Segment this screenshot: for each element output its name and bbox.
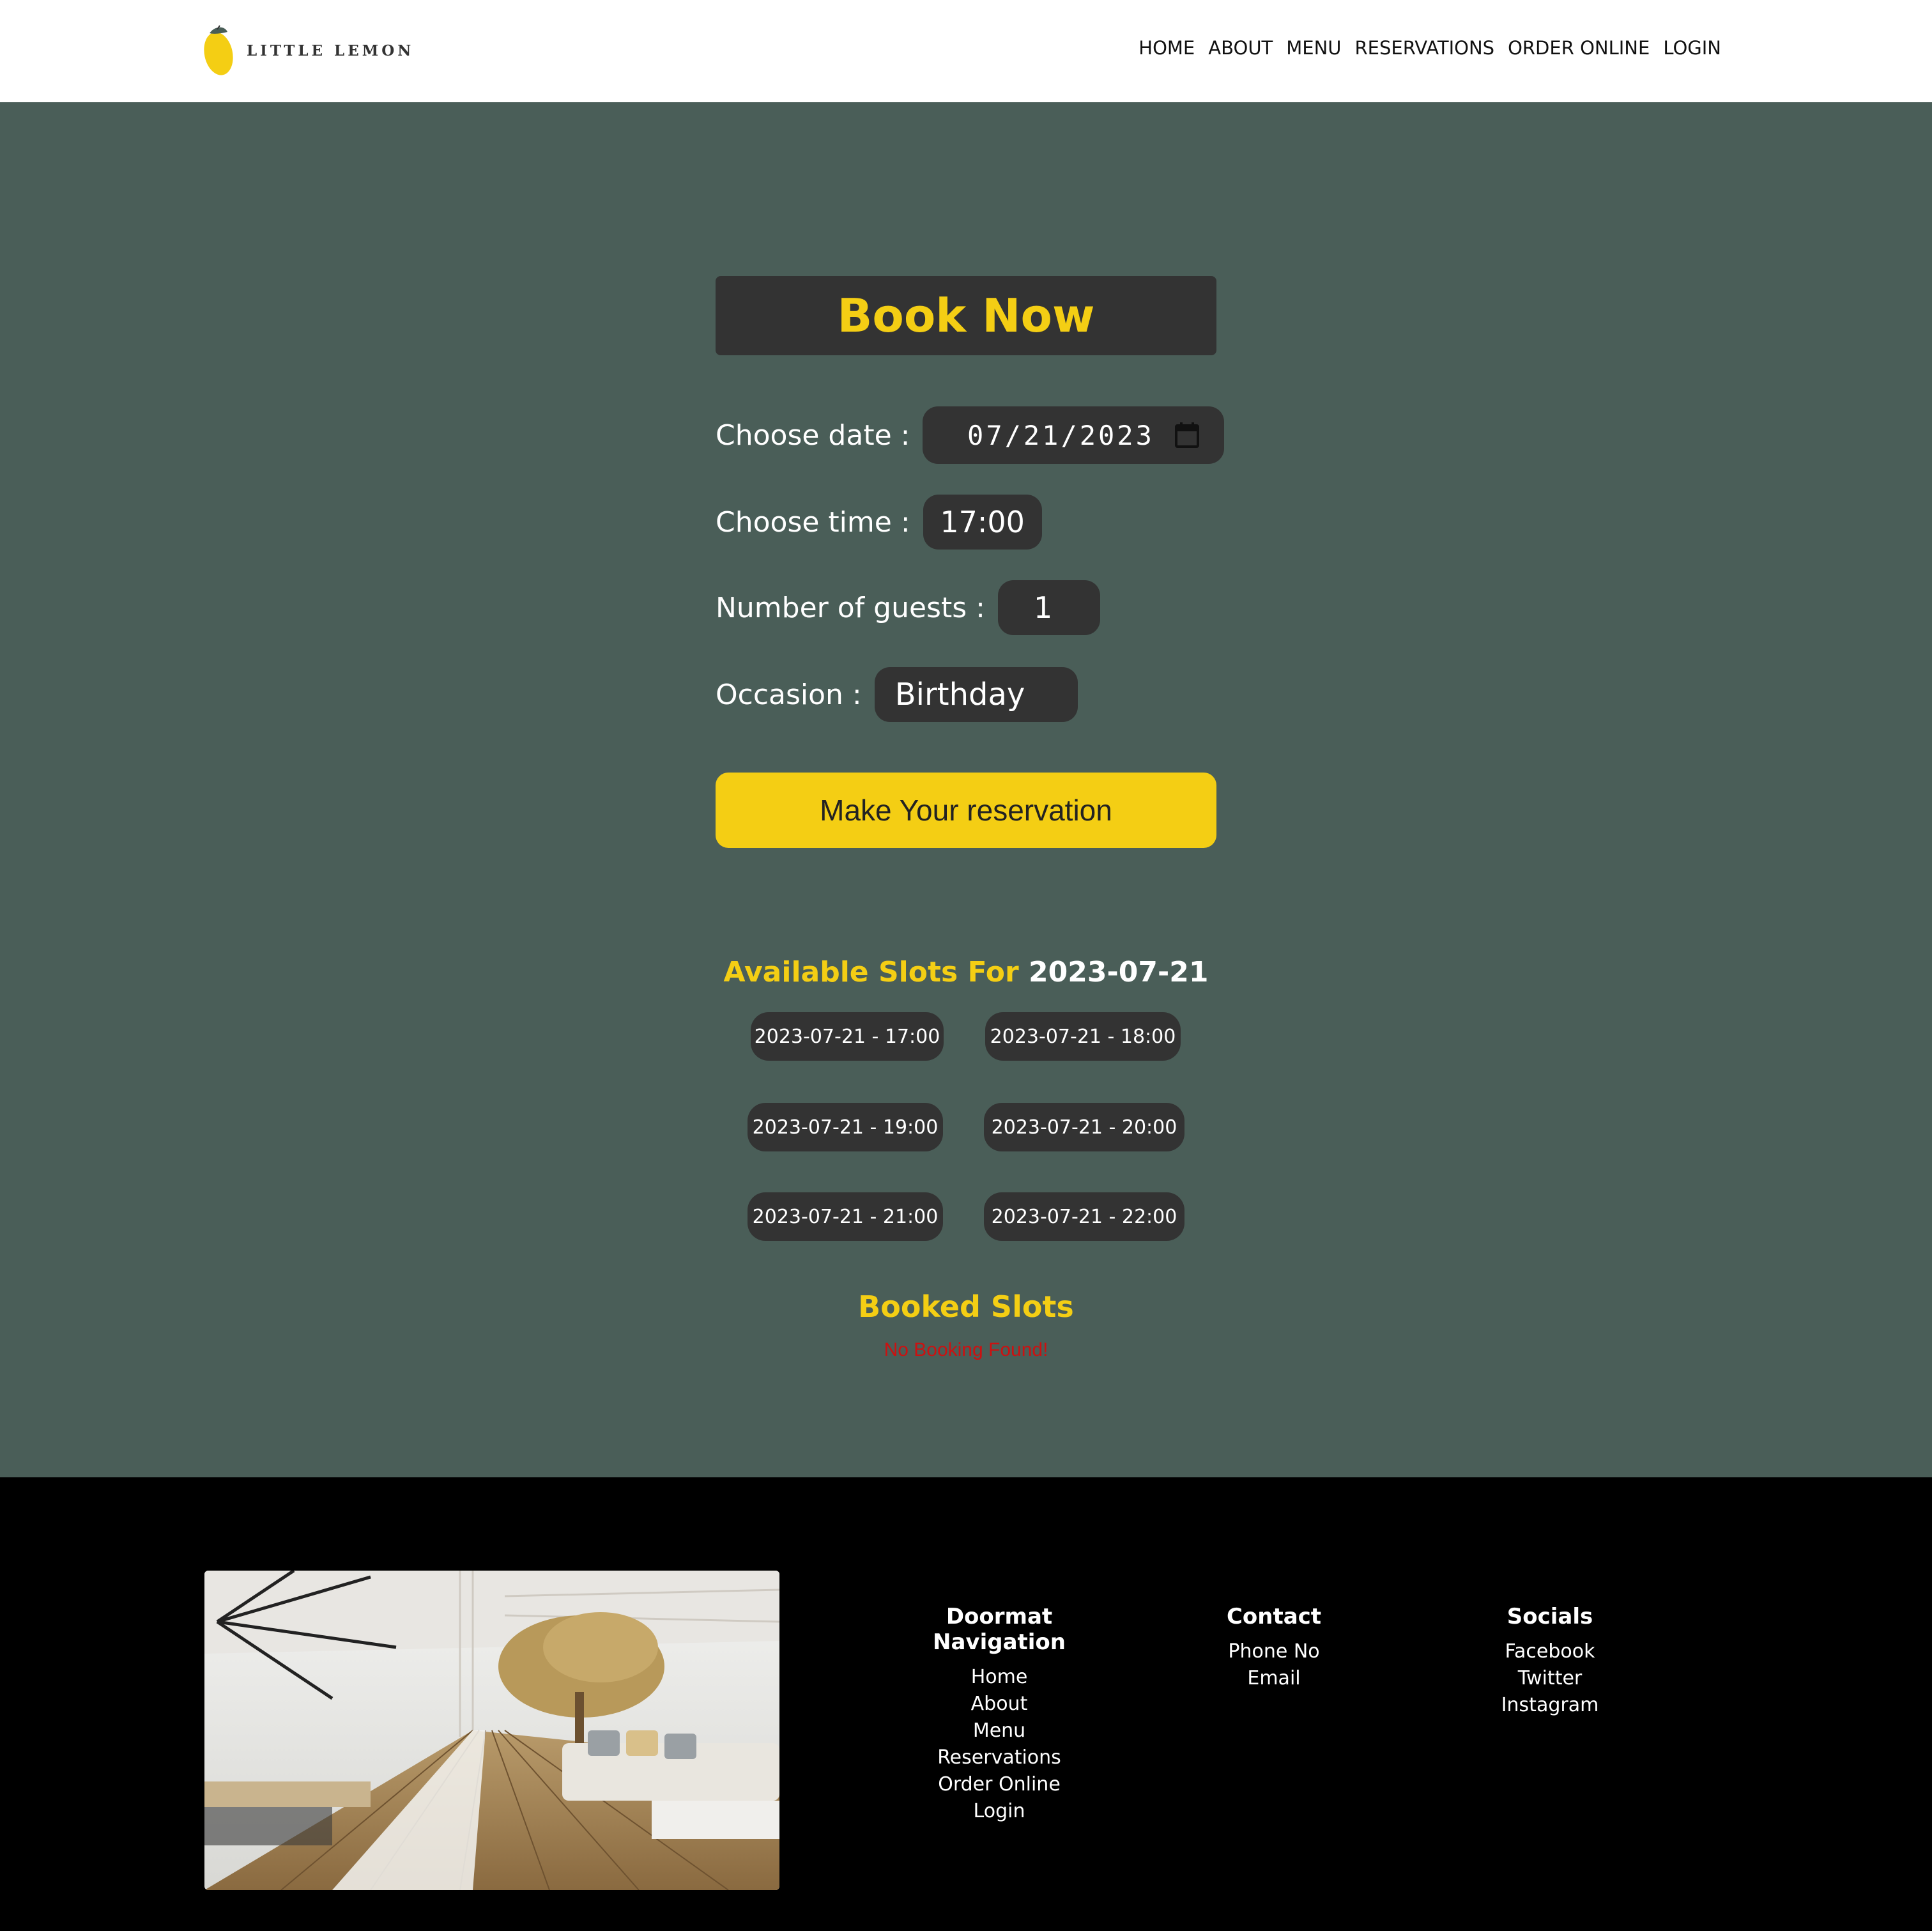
footer-column-title: Contact bbox=[1226, 1604, 1322, 1629]
slot-button[interactable]: 2023-07-21 - 20:00 bbox=[984, 1103, 1184, 1151]
book-now-title: Book Now bbox=[716, 276, 1216, 355]
footer-link-menu[interactable]: Menu bbox=[883, 1718, 1116, 1744]
logo-text: LITTLE LEMON bbox=[247, 42, 415, 59]
footer-contact-email[interactable]: Email bbox=[1184, 1665, 1363, 1692]
booked-slots-title: Booked Slots bbox=[858, 1289, 1074, 1324]
date-value: 07/21/2023 bbox=[967, 419, 1154, 451]
site-header: LITTLE LEMON HOME ABOUT MENU RESERVATION… bbox=[0, 0, 1932, 102]
occasion-row: Occasion : Birthday bbox=[716, 667, 1078, 722]
time-select[interactable]: 17:00 bbox=[923, 495, 1042, 550]
footer-doormat-nav: Doormat Navigation Home About Menu Reser… bbox=[883, 1604, 1116, 1825]
footer-column-title: Socials bbox=[1506, 1604, 1593, 1629]
slot-button[interactable]: 2023-07-21 - 21:00 bbox=[747, 1192, 943, 1241]
date-label: Choose date : bbox=[716, 419, 910, 452]
booking-section: Book Now Choose date : 07/21/2023 Choose… bbox=[0, 102, 1932, 1477]
time-label: Choose time : bbox=[716, 505, 910, 539]
page: LITTLE LEMON HOME ABOUT MENU RESERVATION… bbox=[0, 0, 1932, 1931]
footer-link-login[interactable]: Login bbox=[883, 1798, 1116, 1825]
nav-home[interactable]: HOME bbox=[1138, 37, 1195, 59]
restaurant-photo bbox=[204, 1571, 779, 1890]
date-row: Choose date : 07/21/2023 bbox=[716, 406, 1225, 464]
available-slots-title: Available Slots For 2023-07-21 bbox=[0, 956, 1932, 989]
occasion-label: Occasion : bbox=[716, 678, 862, 711]
guests-label: Number of guests : bbox=[716, 591, 985, 624]
nav-menu[interactable]: MENU bbox=[1286, 37, 1341, 59]
slot-button[interactable]: 2023-07-21 - 18:00 bbox=[985, 1012, 1181, 1061]
available-slots-date: 2023-07-21 bbox=[1029, 956, 1209, 989]
guests-input[interactable]: 1 bbox=[997, 580, 1100, 635]
slot-button[interactable]: 2023-07-21 - 19:00 bbox=[747, 1103, 943, 1151]
lemon-logo-icon bbox=[204, 25, 233, 75]
footer-link-order-online[interactable]: Order Online bbox=[883, 1771, 1116, 1798]
nav-order-online[interactable]: ORDER ONLINE bbox=[1508, 37, 1650, 59]
logo[interactable]: LITTLE LEMON bbox=[203, 23, 414, 78]
calendar-icon[interactable] bbox=[1174, 422, 1200, 449]
nav-reservations[interactable]: RESERVATIONS bbox=[1355, 37, 1495, 59]
slot-button[interactable]: 2023-07-21 - 17:00 bbox=[751, 1012, 944, 1061]
main-nav: HOME ABOUT MENU RESERVATIONS ORDER ONLIN… bbox=[1125, 37, 1721, 59]
footer-social-twitter[interactable]: Twitter bbox=[1460, 1665, 1639, 1692]
guests-row: Number of guests : 1 bbox=[716, 580, 1100, 635]
make-reservation-button[interactable]: Make Your reservation bbox=[716, 773, 1216, 848]
no-booking-message: No Booking Found! bbox=[884, 1339, 1048, 1360]
footer-column-title: Doormat Navigation bbox=[933, 1604, 1066, 1655]
footer-social-facebook[interactable]: Facebook bbox=[1460, 1638, 1639, 1665]
time-row: Choose time : 17:00 bbox=[716, 495, 1042, 550]
slot-button[interactable]: 2023-07-21 - 22:00 bbox=[984, 1192, 1184, 1241]
footer-link-home[interactable]: Home bbox=[883, 1664, 1116, 1691]
footer-social-instagram[interactable]: Instagram bbox=[1460, 1692, 1639, 1719]
available-slots-prefix: Available Slots For bbox=[723, 956, 1019, 989]
date-input[interactable]: 07/21/2023 bbox=[923, 406, 1225, 464]
footer-socials: Socials Facebook Twitter Instagram bbox=[1460, 1604, 1639, 1719]
footer-contact: Contact Phone No Email bbox=[1184, 1604, 1363, 1692]
occasion-select[interactable]: Birthday bbox=[874, 667, 1078, 722]
footer-contact-phone[interactable]: Phone No bbox=[1184, 1638, 1363, 1665]
footer-link-reservations[interactable]: Reservations bbox=[883, 1744, 1116, 1771]
nav-about[interactable]: ABOUT bbox=[1208, 37, 1273, 59]
site-footer: Doormat Navigation Home About Menu Reser… bbox=[0, 1477, 1932, 1931]
footer-link-about[interactable]: About bbox=[883, 1691, 1116, 1718]
nav-login[interactable]: LOGIN bbox=[1663, 37, 1721, 59]
